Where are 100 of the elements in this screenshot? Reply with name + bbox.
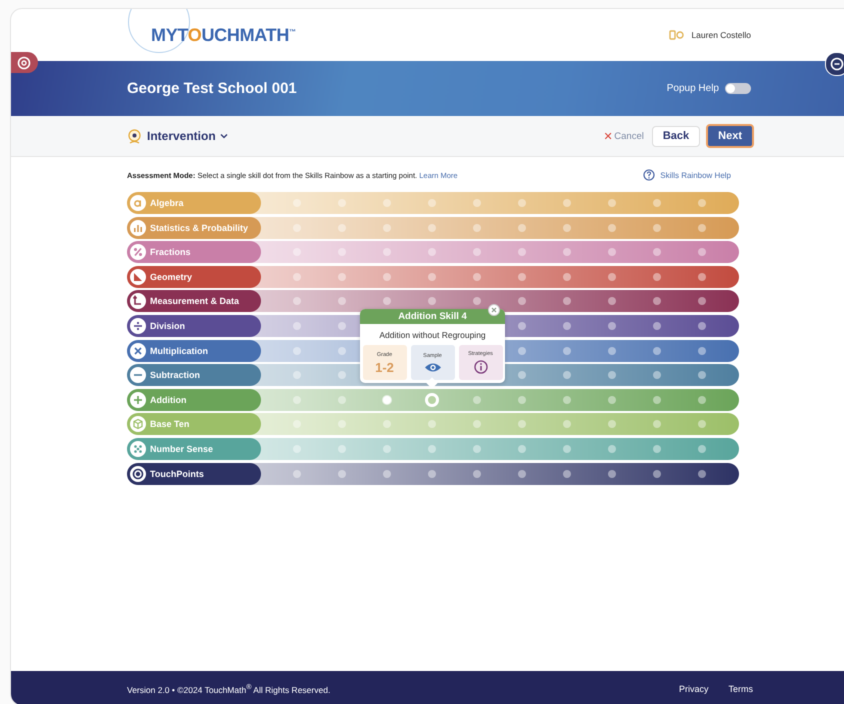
skill-label[interactable]: Multiplication	[127, 340, 261, 362]
skill-dot[interactable]	[608, 297, 616, 306]
skill-label[interactable]: TouchPoints	[127, 462, 261, 485]
skill-dot[interactable]	[518, 248, 526, 256]
skill-dot[interactable]	[383, 272, 391, 281]
intervention-menu[interactable]: Intervention	[147, 129, 228, 143]
skill-dot[interactable]	[698, 396, 706, 404]
skill-dot[interactable]	[383, 420, 391, 428]
skill-dot[interactable]	[698, 248, 706, 256]
skill-dot[interactable]	[518, 444, 526, 453]
skill-dot[interactable]	[338, 396, 346, 404]
skill-dot[interactable]	[338, 346, 346, 355]
skill-dot[interactable]	[425, 392, 439, 407]
skill-dot[interactable]	[293, 396, 301, 404]
skill-dot[interactable]	[473, 224, 481, 232]
skill-label[interactable]: Measurement & Data	[127, 290, 261, 312]
skill-dot[interactable]	[698, 224, 706, 232]
back-button[interactable]: Back	[652, 126, 700, 146]
skill-dot[interactable]	[518, 420, 526, 428]
skill-dot[interactable]	[518, 224, 526, 232]
skill-dot[interactable]	[608, 470, 616, 478]
skill-dot[interactable]	[698, 272, 706, 281]
skill-dot[interactable]	[518, 297, 526, 306]
footer-link[interactable]: Privacy	[678, 684, 708, 694]
avatar-icon[interactable]	[669, 30, 686, 40]
skill-dot[interactable]	[338, 224, 346, 232]
skill-dot[interactable]	[518, 470, 526, 478]
skill-dot[interactable]	[293, 444, 301, 453]
skill-dot[interactable]	[383, 297, 391, 306]
skill-dot[interactable]	[653, 346, 661, 355]
skill-dot[interactable]	[428, 199, 436, 207]
skill-dot[interactable]	[653, 199, 661, 207]
skill-dot[interactable]	[383, 224, 391, 232]
skill-dot[interactable]	[608, 272, 616, 281]
skill-dot[interactable]	[563, 297, 571, 306]
skill-dot[interactable]	[293, 322, 301, 330]
skill-dot[interactable]	[698, 297, 706, 306]
skill-label[interactable]: Geometry	[127, 266, 261, 288]
skill-dot[interactable]	[293, 297, 301, 306]
skill-dot[interactable]	[608, 420, 616, 428]
skill-dot[interactable]	[518, 322, 526, 330]
skill-label[interactable]: Subtraction	[127, 364, 261, 386]
skill-dot[interactable]	[338, 420, 346, 428]
skill-dot[interactable]	[563, 322, 571, 330]
chat-tab[interactable]	[825, 52, 844, 76]
skill-dot[interactable]	[293, 371, 301, 380]
skill-dot[interactable]	[338, 297, 346, 306]
skill-dot[interactable]	[428, 248, 436, 256]
skill-dot[interactable]	[473, 396, 481, 404]
skill-dot[interactable]	[473, 444, 481, 453]
skill-dot[interactable]	[653, 470, 661, 478]
skill-label[interactable]: Division	[127, 314, 261, 337]
skill-dot[interactable]	[608, 444, 616, 453]
skill-dot[interactable]	[698, 199, 706, 207]
popup-help-toggle[interactable]	[725, 83, 751, 94]
skill-dot[interactable]	[563, 371, 571, 380]
skill-dot[interactable]	[383, 248, 391, 256]
skill-dot[interactable]	[293, 470, 301, 478]
skill-dot[interactable]	[698, 420, 706, 428]
skill-dot[interactable]	[428, 420, 436, 428]
skill-dot[interactable]	[653, 420, 661, 428]
skill-dot[interactable]	[518, 272, 526, 281]
skill-dot[interactable]	[383, 444, 391, 453]
skill-dot[interactable]	[473, 297, 481, 306]
skill-dot[interactable]	[653, 248, 661, 256]
skill-dot[interactable]	[338, 444, 346, 453]
skill-dot[interactable]	[428, 470, 436, 478]
skill-dot[interactable]	[653, 272, 661, 281]
close-icon[interactable]	[488, 304, 500, 316]
skill-dot[interactable]	[608, 346, 616, 355]
skill-dot[interactable]	[563, 346, 571, 355]
skill-dot[interactable]	[563, 272, 571, 281]
skill-dot[interactable]	[653, 297, 661, 306]
skill-dot[interactable]	[563, 224, 571, 232]
skill-dot[interactable]	[563, 396, 571, 404]
skill-dot[interactable]	[698, 470, 706, 478]
skill-dot[interactable]	[428, 224, 436, 232]
logo[interactable]: MYTOUCHMATH$^{™}$	[151, 24, 296, 46]
cancel-button[interactable]: ✕ Cancel	[601, 130, 646, 142]
skill-dot[interactable]	[518, 396, 526, 404]
skill-dot[interactable]	[563, 470, 571, 478]
skill-dot[interactable]	[473, 420, 481, 428]
skill-dot[interactable]	[653, 224, 661, 232]
skills-rainbow-help-link[interactable]: Skills Rainbow Help	[643, 169, 731, 181]
skill-dot[interactable]	[338, 272, 346, 281]
skill-dot[interactable]	[698, 322, 706, 330]
skill-dot[interactable]	[473, 199, 481, 207]
skill-dot[interactable]	[428, 444, 436, 453]
skill-dot[interactable]	[293, 346, 301, 355]
skill-dot[interactable]	[608, 248, 616, 256]
skill-dot[interactable]	[563, 420, 571, 428]
skill-dot[interactable]	[383, 396, 391, 404]
skill-dot[interactable]	[563, 444, 571, 453]
skill-dot[interactable]	[338, 322, 346, 330]
search-tab[interactable]	[11, 52, 38, 73]
footer-link[interactable]: Terms	[728, 684, 753, 694]
skill-dot[interactable]	[338, 470, 346, 478]
skill-dot[interactable]	[518, 199, 526, 207]
skill-dot[interactable]	[428, 272, 436, 281]
skill-dot[interactable]	[473, 248, 481, 256]
